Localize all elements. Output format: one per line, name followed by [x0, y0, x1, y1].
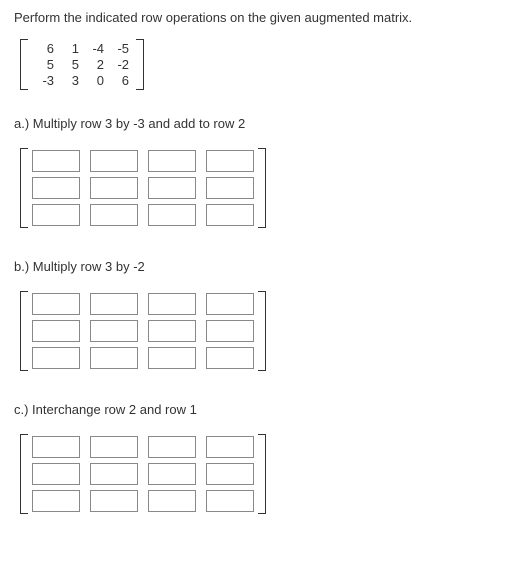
- answer-cell-input[interactable]: [206, 177, 254, 199]
- answer-cell-input[interactable]: [148, 463, 196, 485]
- bracket-right-icon: [258, 145, 268, 231]
- answer-row: [32, 463, 254, 485]
- matrix-cell: 0: [82, 73, 107, 88]
- answer-cell-input[interactable]: [206, 463, 254, 485]
- matrix-cell: 5: [32, 57, 57, 72]
- part-b-label: b.) Multiply row 3 by -2: [14, 259, 494, 274]
- answer-cell-input[interactable]: [32, 347, 80, 369]
- matrix-cell: 2: [82, 57, 107, 72]
- answer-row: [32, 177, 254, 199]
- answer-row: [32, 293, 254, 315]
- bracket-left-icon: [18, 288, 28, 374]
- answer-cell-input[interactable]: [90, 204, 138, 226]
- matrix-cell: -3: [32, 73, 57, 88]
- answer-cell-input[interactable]: [148, 293, 196, 315]
- answer-matrix-b: [18, 288, 494, 374]
- answer-cell-input[interactable]: [206, 320, 254, 342]
- answer-cell-input[interactable]: [206, 347, 254, 369]
- answer-cell-input[interactable]: [32, 150, 80, 172]
- answer-row: [32, 490, 254, 512]
- answer-cell-input[interactable]: [90, 490, 138, 512]
- answer-cell-input[interactable]: [148, 490, 196, 512]
- matrix-row: 6 1 -4 -5: [32, 41, 132, 56]
- answer-cell-input[interactable]: [32, 293, 80, 315]
- instruction-text: Perform the indicated row operations on …: [14, 10, 494, 25]
- answer-cell-input[interactable]: [32, 463, 80, 485]
- matrix-cell: -5: [107, 41, 132, 56]
- answer-cell-input[interactable]: [90, 150, 138, 172]
- answer-cell-input[interactable]: [148, 177, 196, 199]
- answer-row: [32, 150, 254, 172]
- bracket-right-icon: [258, 288, 268, 374]
- given-matrix: 6 1 -4 -5 5 5 2 -2 -3 3 0 6: [18, 39, 494, 90]
- answer-cell-input[interactable]: [148, 204, 196, 226]
- bracket-left-icon: [18, 39, 28, 90]
- answer-cell-input[interactable]: [206, 204, 254, 226]
- matrix-cell: 1: [57, 41, 82, 56]
- answer-cell-input[interactable]: [206, 150, 254, 172]
- answer-row: [32, 347, 254, 369]
- answer-cell-input[interactable]: [206, 293, 254, 315]
- bracket-right-icon: [136, 39, 146, 90]
- answer-cell-input[interactable]: [90, 320, 138, 342]
- bracket-right-icon: [258, 431, 268, 517]
- answer-cell-input[interactable]: [90, 177, 138, 199]
- matrix-cell: -2: [107, 57, 132, 72]
- bracket-left-icon: [18, 431, 28, 517]
- matrix-cell: 6: [107, 73, 132, 88]
- answer-cell-input[interactable]: [148, 150, 196, 172]
- answer-matrix-a: [18, 145, 494, 231]
- answer-cell-input[interactable]: [206, 436, 254, 458]
- answer-cell-input[interactable]: [148, 436, 196, 458]
- answer-row: [32, 204, 254, 226]
- matrix-cell: -4: [82, 41, 107, 56]
- answer-row: [32, 320, 254, 342]
- matrix-row: 5 5 2 -2: [32, 57, 132, 72]
- part-a-label: a.) Multiply row 3 by -3 and add to row …: [14, 116, 494, 131]
- answer-cell-input[interactable]: [32, 177, 80, 199]
- answer-cell-input[interactable]: [90, 293, 138, 315]
- answer-matrix-c: [18, 431, 494, 517]
- bracket-left-icon: [18, 145, 28, 231]
- answer-cell-input[interactable]: [148, 347, 196, 369]
- answer-row: [32, 436, 254, 458]
- matrix-cell: 6: [32, 41, 57, 56]
- answer-cell-input[interactable]: [90, 347, 138, 369]
- answer-cell-input[interactable]: [148, 320, 196, 342]
- answer-cell-input[interactable]: [32, 490, 80, 512]
- answer-cell-input[interactable]: [90, 436, 138, 458]
- part-c-label: c.) Interchange row 2 and row 1: [14, 402, 494, 417]
- matrix-row: -3 3 0 6: [32, 73, 132, 88]
- matrix-cell: 3: [57, 73, 82, 88]
- matrix-cell: 5: [57, 57, 82, 72]
- answer-cell-input[interactable]: [32, 204, 80, 226]
- answer-cell-input[interactable]: [90, 463, 138, 485]
- answer-cell-input[interactable]: [206, 490, 254, 512]
- answer-cell-input[interactable]: [32, 320, 80, 342]
- answer-cell-input[interactable]: [32, 436, 80, 458]
